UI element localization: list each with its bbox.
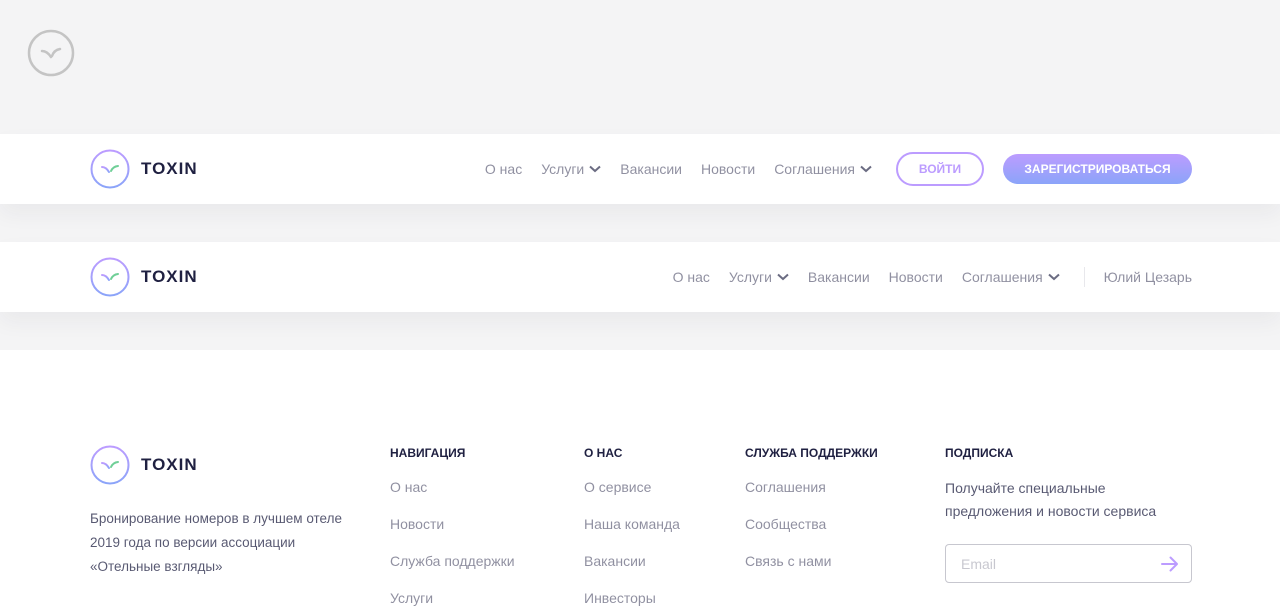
nav-label: Услуги — [541, 161, 585, 177]
header-guest: TOXIN О нас Услуги Вакансии Новости Согл… — [0, 134, 1280, 204]
nav-item-vacancies[interactable]: Вакансии — [808, 269, 870, 285]
toxin-logo-icon — [90, 149, 130, 189]
footer-link[interactable]: Сообщества — [745, 506, 878, 543]
nav-item-news[interactable]: Новости — [701, 161, 755, 177]
footer-link[interactable]: Связь с нами — [745, 543, 878, 580]
arrow-right-icon[interactable] — [1161, 556, 1179, 572]
footer-link[interactable]: Соглашения — [745, 469, 878, 506]
subscription-email-field — [945, 544, 1192, 583]
footer-link[interactable]: Услуги — [390, 580, 515, 606]
footer-brand-logo[interactable]: TOXIN — [90, 445, 198, 485]
header-user: TOXIN О нас Услуги Вакансии Новости Согл… — [0, 242, 1280, 312]
toxin-logo-icon — [90, 257, 130, 297]
footer-link[interactable]: Инвесторы — [584, 580, 680, 606]
nav-label: Новости — [700, 161, 756, 177]
chevron-down-icon — [777, 273, 789, 281]
user-name-link[interactable]: Юлий Цезарь — [1104, 269, 1192, 285]
footer-link[interactable]: Служба поддержки — [390, 543, 515, 580]
nav-divider — [1083, 267, 1085, 287]
nav-item-vacancies[interactable]: Вакансии — [620, 161, 682, 177]
footer-link[interactable]: О нас — [390, 469, 515, 506]
footer-link[interactable]: Новости — [390, 506, 515, 543]
nav-item-services[interactable]: Услуги — [541, 161, 601, 177]
login-button[interactable]: ВОЙТИ — [896, 152, 984, 186]
nav-item-agreements[interactable]: Соглашения — [962, 269, 1060, 285]
logo-mark-grey-icon — [27, 29, 75, 77]
footer-column-navigation: НАВИГАЦИЯ О нас Новости Служба поддержки… — [390, 445, 515, 606]
footer-column-about: О НАС О сервисе Наша команда Вакансии Ин… — [584, 445, 680, 606]
register-button[interactable]: ЗАРЕГИСТРИРОВАТЬСЯ — [1003, 154, 1192, 184]
footer-description: Бронирование номеров в лучшем отеле 2019… — [90, 511, 343, 574]
nav-label: Услуги — [728, 269, 772, 285]
footer-link[interactable]: Наша команда — [584, 506, 680, 543]
nav-label: Соглашения — [961, 269, 1043, 285]
footer-column-title: СЛУЖБА ПОДДЕРЖКИ — [745, 446, 878, 460]
main-nav: О нас Услуги Вакансии Новости Соглашения… — [673, 242, 1192, 312]
main-nav: О нас Услуги Вакансии Новости Соглашения… — [485, 134, 1192, 204]
nav-label: О нас — [484, 161, 523, 177]
brand-name: TOXIN — [141, 455, 198, 474]
email-input[interactable] — [961, 554, 1151, 574]
chevron-down-icon — [1047, 273, 1060, 281]
footer: TOXIN Бронирование номеров в лучшем отел… — [0, 350, 1280, 606]
nav-label: О нас — [672, 269, 710, 285]
chevron-down-icon — [589, 165, 601, 173]
nav-label: Вакансии — [807, 269, 870, 285]
brand-name: TOXIN — [141, 267, 198, 286]
footer-link[interactable]: О сервисе — [584, 469, 680, 506]
toxin-logo-icon — [90, 445, 130, 485]
brand-logo[interactable]: TOXIN — [90, 149, 198, 189]
nav-item-news[interactable]: Новости — [889, 269, 943, 285]
footer-column-title: ПОДПИСКА — [945, 446, 1014, 460]
footer-column-title: О НАС — [584, 446, 623, 460]
nav-item-agreements[interactable]: Соглашения — [774, 161, 872, 177]
brand-name: TOXIN — [141, 159, 198, 178]
nav-item-services[interactable]: Услуги — [729, 269, 789, 285]
footer-column-title: НАВИГАЦИЯ — [390, 446, 466, 460]
chevron-down-icon — [860, 165, 872, 173]
nav-item-about[interactable]: О нас — [485, 161, 522, 177]
footer-link[interactable]: Вакансии — [584, 543, 680, 580]
footer-column-support: СЛУЖБА ПОДДЕРЖКИ Соглашения Сообщества С… — [745, 445, 878, 580]
nav-label: Вакансии — [620, 161, 682, 177]
nav-item-about[interactable]: О нас — [673, 269, 710, 285]
subscription-text: Получайте специальные предложения и ново… — [945, 480, 1157, 519]
footer-column-subscription: ПОДПИСКА Получайте специальные предложен… — [945, 445, 1192, 585]
nav-label: Новости — [888, 269, 943, 285]
nav-label: Соглашения — [774, 161, 855, 177]
brand-logo[interactable]: TOXIN — [90, 257, 198, 297]
